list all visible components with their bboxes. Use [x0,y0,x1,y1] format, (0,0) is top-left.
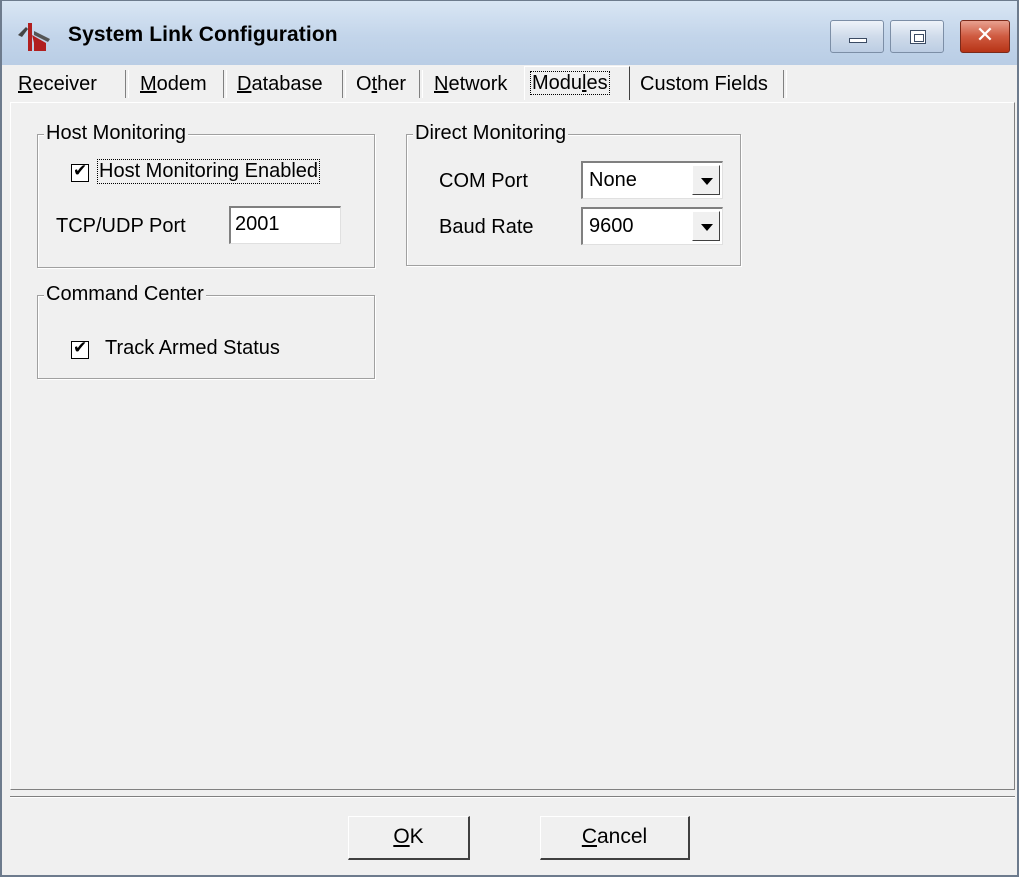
tab-database[interactable]: Database [231,68,346,100]
tab-receiver[interactable]: Receiver [12,68,129,100]
title-bar[interactable]: System Link Configuration ✕ [2,0,1017,65]
baud-rate-select[interactable]: 9600 [581,207,723,245]
maximize-icon [910,30,926,44]
host-monitoring-title: Host Monitoring [44,122,189,145]
tab-strip: Receiver Modem Database Other Network Mo… [10,66,1015,102]
baud-rate-value: 9600 [589,215,634,237]
chevron-down-icon[interactable] [692,211,720,241]
cancel-button[interactable]: Cancel [540,816,690,860]
tab-modem[interactable]: Modem [134,68,227,100]
com-port-select[interactable]: None [581,161,723,199]
system-link-configuration-window: System Link Configuration ✕ Receiver Mod… [0,0,1019,877]
modules-tab-panel: Host Monitoring Host Monitoring Enabled … [10,102,1015,790]
direct-monitoring-group: Direct Monitoring COM Port None Baud Rat… [406,122,741,266]
command-center-group: Command Center Track Armed Status [37,283,375,379]
direct-monitoring-title: Direct Monitoring [413,122,569,145]
footer-divider [10,796,1015,798]
close-icon: ✕ [975,23,995,48]
track-armed-status-checkbox[interactable] [71,338,89,359]
baud-rate-label: Baud Rate [439,216,534,238]
host-monitoring-enabled-label[interactable]: Host Monitoring Enabled [96,159,321,184]
tab-modules[interactable]: Modules [524,66,630,100]
minimize-button[interactable] [830,20,884,53]
minimize-icon [849,38,867,43]
tab-other[interactable]: Other [350,68,423,100]
app-logo-icon [18,23,50,51]
command-center-title: Command Center [44,283,206,306]
close-button[interactable]: ✕ [960,20,1010,53]
maximize-button[interactable] [890,20,944,53]
chevron-down-icon[interactable] [692,165,720,195]
com-port-label: COM Port [439,170,528,192]
track-armed-status-label[interactable]: Track Armed Status [105,337,280,360]
ok-button[interactable]: OK [348,816,470,860]
com-port-value: None [589,169,637,191]
window-title: System Link Configuration [68,23,338,46]
tab-network[interactable]: Network [428,68,520,100]
tab-custom-fields[interactable]: Custom Fields [634,68,787,100]
tcp-udp-port-label: TCP/UDP Port [56,215,186,237]
tcp-udp-port-input[interactable]: 2001 [229,206,341,244]
host-monitoring-enabled-checkbox[interactable] [71,161,89,182]
host-monitoring-group: Host Monitoring Host Monitoring Enabled … [37,122,375,268]
